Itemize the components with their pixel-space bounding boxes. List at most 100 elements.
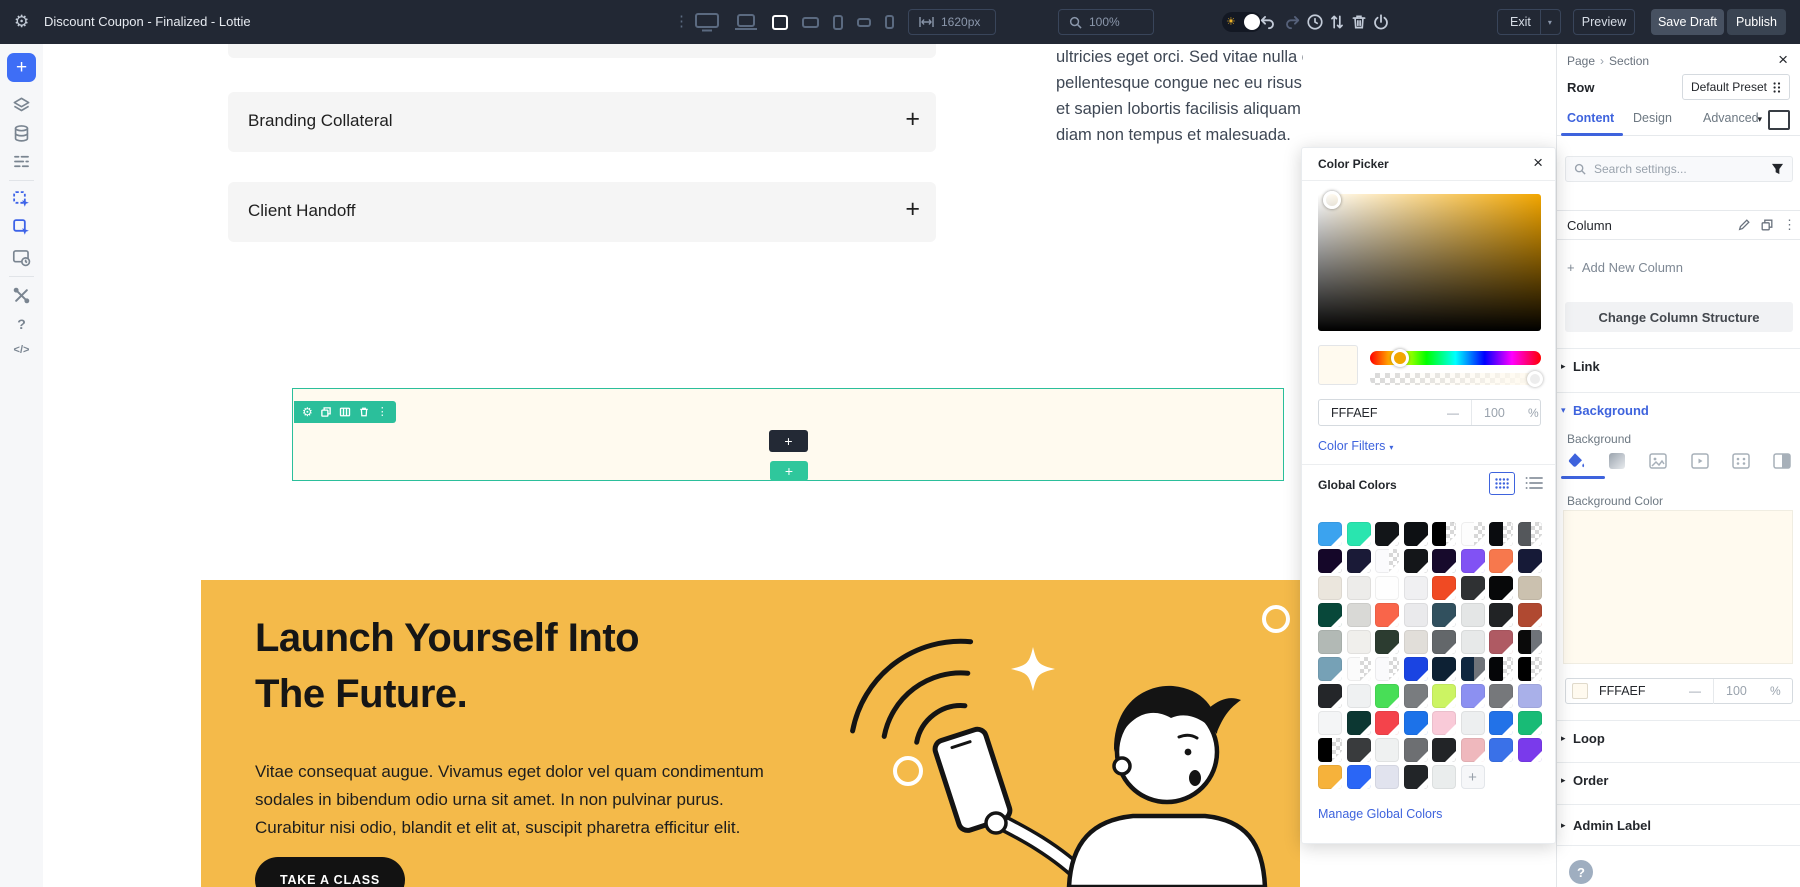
- accordion-item-branding-collateral[interactable]: Branding Collateral +: [228, 92, 936, 152]
- global-color-swatch[interactable]: [1432, 738, 1456, 762]
- background-opacity-input[interactable]: [1724, 683, 1762, 699]
- global-color-swatch[interactable]: [1318, 684, 1342, 708]
- page-history-icon[interactable]: [12, 248, 31, 267]
- form-fields-icon[interactable]: [12, 152, 31, 171]
- theme-mode-toggle[interactable]: ☀: [1222, 12, 1262, 32]
- global-color-swatch[interactable]: [1404, 738, 1428, 762]
- global-color-swatch[interactable]: [1489, 522, 1513, 546]
- global-color-swatch[interactable]: [1518, 603, 1542, 627]
- opacity-input[interactable]: [1482, 405, 1520, 421]
- global-color-swatch[interactable]: [1489, 549, 1513, 573]
- selected-section[interactable]: ⚙ ⋮ + +: [292, 388, 1284, 481]
- color-picker-close-icon[interactable]: ×: [1533, 153, 1543, 173]
- preview-button[interactable]: Preview: [1573, 9, 1635, 35]
- global-color-swatch[interactable]: [1347, 603, 1371, 627]
- default-preset-button[interactable]: Default Preset: [1682, 74, 1790, 100]
- background-gradient-icon[interactable]: [1606, 450, 1628, 472]
- global-color-swatch[interactable]: [1461, 522, 1485, 546]
- trash-icon[interactable]: [1350, 13, 1368, 31]
- color-filters-link[interactable]: Color Filters▾: [1318, 439, 1393, 453]
- select-element-icon[interactable]: [12, 190, 31, 209]
- column-row[interactable]: Column ⋮: [1557, 210, 1800, 240]
- global-color-swatch[interactable]: [1347, 738, 1371, 762]
- hex-input[interactable]: [1329, 405, 1429, 421]
- add-widget-button[interactable]: +: [769, 430, 808, 452]
- global-color-swatch[interactable]: [1432, 711, 1456, 735]
- global-color-swatch[interactable]: [1518, 576, 1542, 600]
- global-color-swatch[interactable]: [1347, 765, 1371, 789]
- global-color-swatch[interactable]: [1489, 603, 1513, 627]
- database-icon[interactable]: [12, 124, 31, 143]
- mobile-landscape-device-icon[interactable]: [857, 18, 871, 27]
- global-color-swatch[interactable]: [1318, 603, 1342, 627]
- global-color-swatch[interactable]: [1432, 657, 1456, 681]
- global-color-swatch[interactable]: [1347, 549, 1371, 573]
- section-order[interactable]: ▸ Order: [1557, 762, 1800, 797]
- global-color-swatch[interactable]: [1375, 765, 1399, 789]
- global-color-swatch[interactable]: [1461, 657, 1485, 681]
- tablet-landscape-device-icon[interactable]: [802, 17, 819, 28]
- add-element-button[interactable]: +: [7, 53, 36, 82]
- global-color-swatch[interactable]: [1432, 522, 1456, 546]
- global-color-swatch[interactable]: [1404, 576, 1428, 600]
- opacity-slider-handle[interactable]: [1527, 371, 1543, 387]
- background-video-icon[interactable]: [1689, 450, 1711, 472]
- background-image-icon[interactable]: [1647, 450, 1669, 472]
- hue-slider-handle[interactable]: [1391, 349, 1409, 367]
- accordion-expand-icon[interactable]: +: [905, 105, 920, 134]
- global-color-swatch[interactable]: [1404, 603, 1428, 627]
- global-color-swatch[interactable]: [1404, 711, 1428, 735]
- add-global-color-button[interactable]: +: [1461, 765, 1485, 789]
- global-color-swatch[interactable]: [1518, 657, 1542, 681]
- edit-pencil-icon[interactable]: [1737, 218, 1751, 232]
- global-color-swatch[interactable]: [1461, 576, 1485, 600]
- global-color-swatch[interactable]: [1347, 657, 1371, 681]
- tabs-chevron-down-icon[interactable]: ▾: [1757, 114, 1762, 125]
- tablet-device-icon-active[interactable]: [772, 15, 788, 30]
- global-color-swatch[interactable]: [1404, 630, 1428, 654]
- global-color-swatch[interactable]: [1404, 549, 1428, 573]
- more-options-icon[interactable]: ⋮: [377, 406, 388, 418]
- columns-icon[interactable]: [339, 406, 351, 418]
- global-color-swatch[interactable]: [1318, 738, 1342, 762]
- exit-button[interactable]: Exit ▾: [1497, 9, 1561, 35]
- take-a-class-button[interactable]: TAKE A CLASS: [255, 857, 405, 887]
- hero-section[interactable]: Launch Yourself Into The Future. Vitae c…: [201, 580, 1300, 887]
- global-color-swatch[interactable]: [1347, 684, 1371, 708]
- saturation-area[interactable]: [1318, 194, 1541, 331]
- global-color-swatch[interactable]: [1375, 711, 1399, 735]
- global-color-swatch[interactable]: [1375, 549, 1399, 573]
- accordion-item-client-handoff[interactable]: Client Handoff +: [228, 182, 936, 242]
- global-color-swatch[interactable]: [1347, 711, 1371, 735]
- layers-icon[interactable]: [12, 96, 31, 115]
- mini-color-swatch[interactable]: [1572, 683, 1588, 699]
- section-link[interactable]: ▸ Link: [1557, 348, 1800, 383]
- global-color-swatch[interactable]: [1461, 738, 1485, 762]
- global-color-swatch[interactable]: [1318, 657, 1342, 681]
- global-color-swatch[interactable]: [1404, 684, 1428, 708]
- global-color-swatch[interactable]: [1461, 630, 1485, 654]
- zoom-level-control[interactable]: 100%: [1058, 9, 1154, 35]
- delete-section-icon[interactable]: [358, 406, 370, 418]
- background-hex-input[interactable]: [1597, 683, 1687, 699]
- background-overlay-icon[interactable]: [1771, 450, 1793, 472]
- global-color-swatch[interactable]: [1461, 549, 1485, 573]
- hue-slider[interactable]: [1370, 351, 1541, 365]
- global-color-swatch[interactable]: [1318, 576, 1342, 600]
- global-color-swatch[interactable]: [1432, 765, 1456, 789]
- global-color-swatch[interactable]: [1375, 738, 1399, 762]
- duplicate-icon[interactable]: [1760, 218, 1774, 232]
- canvas-width-input[interactable]: 1620px: [908, 9, 996, 35]
- tab-design[interactable]: Design: [1633, 111, 1672, 125]
- desktop-device-icon[interactable]: [694, 12, 720, 32]
- global-color-swatch[interactable]: [1432, 576, 1456, 600]
- global-color-swatch[interactable]: [1489, 684, 1513, 708]
- global-color-swatch[interactable]: [1318, 711, 1342, 735]
- global-color-swatch[interactable]: [1518, 522, 1542, 546]
- duplicate-icon[interactable]: [320, 406, 332, 418]
- global-color-swatch[interactable]: [1404, 522, 1428, 546]
- global-color-swatch[interactable]: [1347, 630, 1371, 654]
- add-new-column-link[interactable]: + Add New Column: [1567, 260, 1683, 275]
- panel-state-icon[interactable]: [1768, 110, 1790, 130]
- global-color-swatch[interactable]: [1318, 630, 1342, 654]
